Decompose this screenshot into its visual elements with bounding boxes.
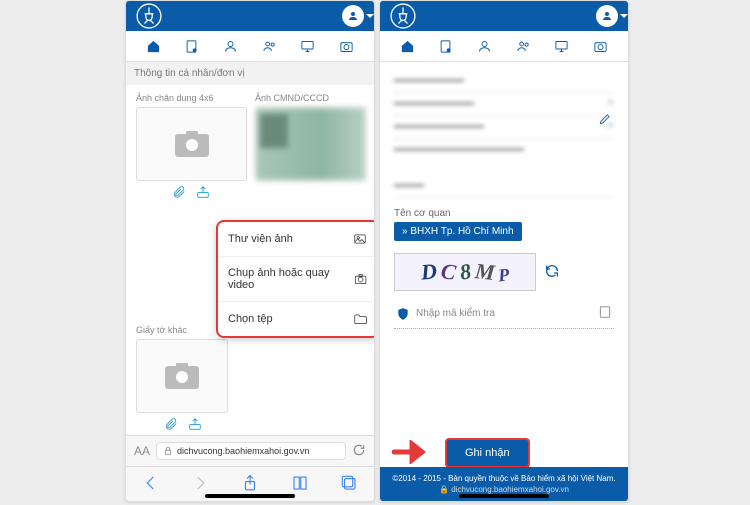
org-label: Tên cơ quan	[394, 208, 614, 219]
nav-doc-icon[interactable]	[184, 38, 200, 54]
nav-camera-icon[interactable]	[593, 38, 609, 54]
form-row: ▬▬▬▬▬▬▬▬▬▬▬▬▬	[394, 139, 614, 161]
forward-icon[interactable]	[191, 474, 209, 495]
form-row: ▬▬▬▬▬▬▬▬×	[394, 93, 614, 116]
other-actions	[164, 417, 364, 434]
home-indicator	[459, 494, 549, 498]
upload-icon[interactable]	[196, 185, 210, 202]
nav-camera-icon[interactable]	[339, 38, 355, 54]
id-label: Ảnh CMND/CCCD	[255, 93, 364, 103]
nav-monitor-icon[interactable]	[554, 38, 570, 54]
nav-monitor-icon[interactable]	[300, 38, 316, 54]
share-icon[interactable]	[241, 474, 259, 495]
top-nav	[380, 31, 628, 62]
back-icon[interactable]	[142, 474, 160, 495]
nav-home-icon[interactable]	[399, 38, 415, 54]
menu-capture[interactable]: Chụp ảnh hoặc quay video	[218, 257, 374, 302]
menu-gallery[interactable]: Thư viện ảnh	[218, 222, 374, 257]
captcha-input[interactable]: Nhập mã kiểm tra	[394, 299, 614, 329]
upload-icon[interactable]	[188, 417, 202, 434]
attach-icon[interactable]	[172, 185, 186, 202]
other-placeholder[interactable]	[136, 339, 228, 413]
form-row: ▬▬▬	[394, 175, 614, 198]
nav-user-icon[interactable]	[477, 38, 493, 54]
nav-home-icon[interactable]	[145, 38, 161, 54]
captcha-refresh-icon[interactable]	[544, 263, 560, 282]
nav-user-icon[interactable]	[223, 38, 239, 54]
user-menu[interactable]	[596, 5, 618, 27]
captcha-image: DC8MP	[394, 253, 536, 291]
section-title: Thông tin cá nhân/đơn vị	[126, 62, 374, 85]
reload-icon[interactable]	[352, 443, 366, 460]
id-image[interactable]	[255, 107, 366, 181]
portrait-label: Ảnh chân dung 4x6	[136, 93, 245, 103]
top-nav	[126, 31, 374, 62]
tabs-icon[interactable]	[340, 474, 358, 495]
upload-menu: Thư viện ảnh Chụp ảnh hoặc quay video Ch…	[216, 220, 374, 338]
app-header	[126, 1, 374, 31]
portrait-placeholder[interactable]	[136, 107, 247, 181]
arrow-indicator	[392, 440, 432, 467]
user-menu[interactable]	[342, 5, 364, 27]
org-value[interactable]: » BHXH Tp. Hồ Chí Minh	[394, 222, 522, 241]
nav-users-icon[interactable]	[515, 38, 531, 54]
app-header	[380, 1, 628, 31]
form-row: ▬▬▬▬▬▬▬	[394, 70, 614, 93]
nav-users-icon[interactable]	[261, 38, 277, 54]
nav-doc-icon[interactable]	[438, 38, 454, 54]
menu-file[interactable]: Chọn tệp	[218, 302, 374, 336]
form-row: ▬▬▬▬▬▬▬▬▬×	[394, 116, 614, 139]
bhxh-logo	[136, 3, 162, 29]
home-indicator	[205, 494, 295, 498]
url-box[interactable]: dichvucong.baohiemxahoi.gov.vn	[156, 442, 346, 460]
keyboard-icon	[598, 305, 612, 322]
portrait-actions	[136, 185, 245, 202]
bookmarks-icon[interactable]	[291, 474, 309, 495]
attach-icon[interactable]	[164, 417, 178, 434]
bhxh-logo	[390, 3, 416, 29]
phone-left: Thông tin cá nhân/đơn vị Ảnh chân dung 4…	[125, 0, 375, 502]
submit-button[interactable]: Ghi nhận	[445, 438, 530, 468]
safari-urlbar: AA dichvucong.baohiemxahoi.gov.vn	[126, 435, 374, 466]
text-size-icon[interactable]: AA	[134, 444, 150, 458]
phone-right: ▬▬▬▬▬▬▬ ▬▬▬▬▬▬▬▬× ▬▬▬▬▬▬▬▬▬× ▬▬▬▬▬▬▬▬▬▬▬…	[379, 0, 629, 502]
